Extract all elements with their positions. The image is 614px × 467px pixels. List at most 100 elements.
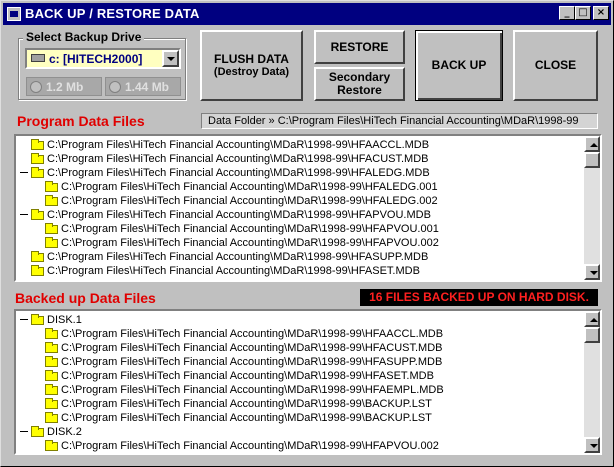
program-files-scrollbar[interactable] [584,136,600,280]
tree-row-label: C:\Program Files\HiTech Financial Accoun… [47,153,429,165]
title-bar[interactable]: BACK UP / RESTORE DATA _ □ × [3,3,611,25]
maximize-button[interactable]: □ [575,6,591,20]
tree-row-label: C:\Program Files\HiTech Financial Accoun… [61,356,443,368]
data-folder-path: Data Folder » C:\Program Files\HiTech Fi… [201,113,598,129]
tree-row[interactable]: C:\Program Files\HiTech Financial Accoun… [18,138,582,152]
tree-row[interactable]: C:\Program Files\HiTech Financial Accoun… [18,355,582,369]
tree-row[interactable]: C:\Program Files\HiTech Financial Accoun… [18,250,582,264]
chevron-down-icon[interactable] [162,50,179,67]
back-up-label: BACK UP [431,58,487,72]
tree-row[interactable]: C:\Program Files\HiTech Financial Accoun… [18,180,582,194]
tree-row-label: C:\Program Files\HiTech Financial Accoun… [47,139,430,151]
tree-row-label: C:\Program Files\HiTech Financial Accoun… [61,223,439,235]
folder-icon [31,167,44,178]
scroll-down-button[interactable] [584,264,600,280]
radio-1-2mb-label: 1.2 Mb [46,80,84,94]
tree-row[interactable]: C:\Program Files\HiTech Financial Accoun… [18,166,582,180]
status-badge: 16 FILES BACKED UP ON HARD DISK. [360,289,598,306]
backed-up-files-tree[interactable]: DISK.1 C:\Program Files\HiTech Financial … [14,309,602,455]
close-window-button[interactable]: × [593,6,609,20]
folder-icon [31,251,44,262]
tree-row-label: C:\Program Files\HiTech Financial Accoun… [61,181,438,193]
tree-row-label: C:\Program Files\HiTech Financial Accoun… [47,251,429,263]
restore-label: RESTORE [330,39,389,54]
collapse-icon[interactable] [20,214,28,215]
folder-icon [31,314,44,325]
drive-select[interactable]: c: [HITECH2000] [25,48,181,69]
collapse-icon[interactable] [20,431,28,432]
minimize-button[interactable]: _ [559,6,575,20]
folder-icon [45,440,58,451]
radio-icon [30,81,42,93]
tree-row-label: C:\Program Files\HiTech Financial Accoun… [47,167,430,179]
close-label: CLOSE [534,58,577,72]
collapse-icon[interactable] [20,172,28,173]
tree-row[interactable]: C:\Program Files\HiTech Financial Accoun… [18,439,582,453]
radio-1-2mb[interactable]: 1.2 Mb [26,77,102,96]
drive-select-value: c: [HITECH2000] [49,52,143,66]
scroll-thumb[interactable] [584,327,600,343]
tree-row-label: C:\Program Files\HiTech Financial Accoun… [61,370,434,382]
tree-row[interactable]: C:\Program Files\HiTech Financial Accoun… [18,369,582,383]
folder-icon [31,209,44,220]
folder-icon [45,370,58,381]
app-icon[interactable] [7,7,21,21]
folder-icon [45,342,58,353]
flush-data-sublabel: (Destroy Data) [213,65,290,78]
radio-1-44mb-label: 1.44 Mb [125,80,170,94]
secondary-restore-label-2: Restore [337,83,382,97]
scroll-thumb[interactable] [584,152,600,168]
back-up-button[interactable]: BACK UP [415,30,503,101]
tree-row[interactable]: C:\Program Files\HiTech Financial Accoun… [18,236,582,250]
tree-row-label: C:\Program Files\HiTech Financial Accoun… [47,209,431,221]
tree-row[interactable]: C:\Program Files\HiTech Financial Accoun… [18,341,582,355]
tree-row[interactable]: C:\Program Files\HiTech Financial Accoun… [18,222,582,236]
folder-icon [45,384,58,395]
tree-row[interactable]: DISK.1 [18,313,582,327]
close-button[interactable]: CLOSE [513,30,598,101]
tree-row[interactable]: C:\Program Files\HiTech Financial Accoun… [18,397,582,411]
tree-row-label: C:\Program Files\HiTech Financial Accoun… [61,398,432,410]
tree-row-label: C:\Program Files\HiTech Financial Accoun… [61,237,439,249]
tree-row-label: DISK.2 [47,426,82,438]
tree-row-label: C:\Program Files\HiTech Financial Accoun… [61,412,432,424]
folder-icon [31,265,44,276]
scroll-up-button[interactable] [584,311,600,327]
scroll-down-button[interactable] [584,437,600,453]
collapse-icon[interactable] [20,319,28,320]
folder-icon [45,237,58,248]
program-files-tree[interactable]: C:\Program Files\HiTech Financial Accoun… [14,134,602,282]
tree-row[interactable]: DISK.2 [18,425,582,439]
flush-data-button[interactable]: FLUSH DATA (Destroy Data) [200,30,303,101]
backup-drive-label: Select Backup Drive [23,30,145,44]
tree-row-label: C:\Program Files\HiTech Financial Accoun… [47,265,420,277]
backup-restore-window: BACK UP / RESTORE DATA _ □ × Select Back… [0,0,614,467]
tree-row-label: DISK.1 [47,314,82,326]
tree-row[interactable]: C:\Program Files\HiTech Financial Accoun… [18,411,582,425]
tree-row[interactable]: C:\Program Files\HiTech Financial Accoun… [18,327,582,341]
tree-row[interactable]: C:\Program Files\HiTech Financial Accoun… [18,152,582,166]
radio-1-44mb[interactable]: 1.44 Mb [105,77,181,96]
secondary-restore-button[interactable]: Secondary Restore [314,67,405,101]
tree-row-label: C:\Program Files\HiTech Financial Accoun… [61,195,438,207]
tree-row[interactable]: C:\Program Files\HiTech Financial Accoun… [18,264,582,278]
restore-button[interactable]: RESTORE [314,30,405,64]
scroll-up-button[interactable] [584,136,600,152]
tree-row[interactable]: C:\Program Files\HiTech Financial Accoun… [18,208,582,222]
tree-row[interactable]: C:\Program Files\HiTech Financial Accoun… [18,194,582,208]
window-title: BACK UP / RESTORE DATA [25,6,200,21]
folder-icon [45,398,58,409]
folder-icon [31,139,44,150]
folder-icon [45,195,58,206]
folder-icon [45,356,58,367]
folder-icon [45,328,58,339]
tree-row-label: C:\Program Files\HiTech Financial Accoun… [61,440,439,452]
tree-row[interactable]: C:\Program Files\HiTech Financial Accoun… [18,383,582,397]
radio-icon [109,81,121,93]
backed-up-files-scrollbar[interactable] [584,311,600,453]
folder-icon [31,153,44,164]
folder-icon [31,426,44,437]
hard-drive-icon [31,54,45,62]
flush-data-label: FLUSH DATA [214,51,289,66]
folder-icon [45,223,58,234]
